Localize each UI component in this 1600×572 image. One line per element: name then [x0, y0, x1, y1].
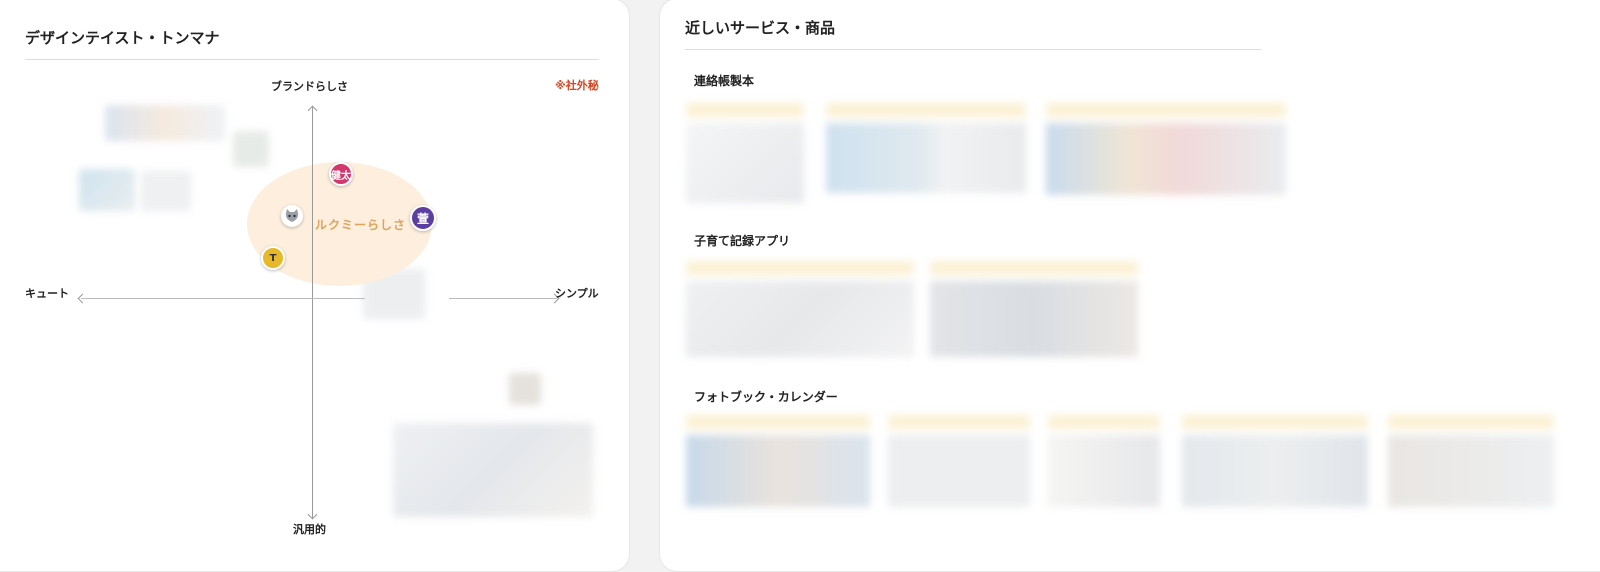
blurred-thumbnail	[1048, 415, 1160, 507]
panel-title: デザインテイスト・トンマナ	[25, 29, 220, 47]
blurred-thumbnail	[1388, 415, 1554, 507]
blurred-thumbnail	[79, 169, 135, 211]
blurred-thumbnail	[105, 105, 225, 141]
blurred-thumbnail	[393, 423, 593, 517]
avatar-cat[interactable]	[281, 205, 303, 227]
section-title: フォトブック・カレンダー	[694, 390, 838, 404]
horizontal-axis-right	[449, 298, 557, 299]
blurred-thumbnail	[930, 261, 1138, 357]
title-divider	[25, 59, 599, 60]
vertical-axis	[312, 107, 313, 519]
blurred-thumbnail	[141, 171, 191, 211]
arrow-left-icon	[77, 293, 88, 304]
brand-zone-label: ルクミーらしさ	[315, 218, 407, 232]
axis-label-right: シンプル	[555, 287, 599, 300]
blurred-thumbnail	[826, 103, 1026, 193]
panel-title: 近しいサービス・商品	[685, 19, 836, 37]
section-title: 連絡帳製本	[694, 74, 755, 88]
confidential-label: ※社外秘	[555, 79, 599, 92]
blurred-thumbnail	[233, 131, 269, 167]
horizontal-axis-left	[81, 298, 365, 299]
avatar-t[interactable]: T	[261, 246, 285, 270]
blurred-thumbnail	[888, 415, 1030, 507]
cat-face-icon	[285, 209, 299, 222]
blurred-thumbnail	[686, 103, 804, 203]
avatar-kaya[interactable]: 萱	[410, 205, 436, 231]
axis-label-bottom: 汎用的	[293, 523, 326, 536]
axis-label-left: キュート	[25, 287, 69, 300]
blurred-thumbnail	[686, 261, 914, 357]
blurred-thumbnail	[1182, 415, 1368, 507]
blurred-thumbnail	[509, 373, 541, 405]
arrow-down-icon	[307, 509, 318, 520]
arrow-up-icon	[307, 105, 318, 116]
axis-label-top: ブランドらしさ	[271, 80, 348, 93]
design-taste-panel: デザインテイスト・トンマナ ※社外秘 ルクミーらしさ ブランドらしさ 汎用的 キ…	[0, 0, 630, 572]
title-divider	[685, 49, 1261, 50]
avatar-kenta[interactable]: 健太	[329, 162, 353, 186]
section-title: 子育て記録アプリ	[694, 234, 791, 248]
similar-services-panel: 近しいサービス・商品 連絡帳製本 子育て記録アプリ フォトブック・カレンダー	[659, 0, 1600, 572]
blurred-thumbnail	[1046, 103, 1286, 195]
blurred-thumbnail	[686, 415, 870, 507]
